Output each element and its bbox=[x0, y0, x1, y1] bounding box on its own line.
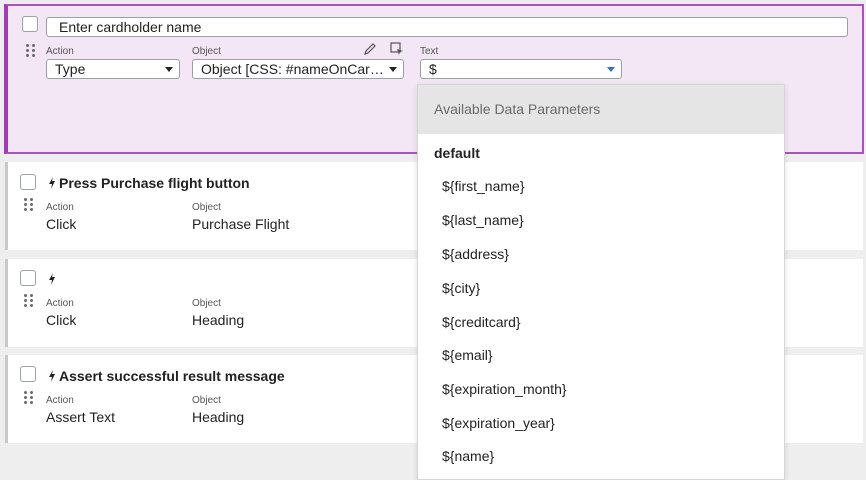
lightning-icon bbox=[48, 176, 56, 189]
text-parameter-select[interactable]: $ bbox=[420, 59, 622, 79]
object-select[interactable]: Object [CSS: #nameOnCar… bbox=[192, 59, 404, 79]
dropdown-option[interactable]: ${address} bbox=[442, 246, 509, 262]
object-label: Object bbox=[192, 298, 221, 309]
step-title: Press Purchase flight button bbox=[59, 175, 250, 191]
dropdown-option[interactable]: ${creditcard} bbox=[442, 314, 521, 330]
chevron-down-icon bbox=[607, 67, 615, 72]
drag-handle-icon[interactable] bbox=[24, 198, 34, 212]
chevron-down-icon bbox=[165, 67, 173, 72]
object-value: Heading bbox=[192, 409, 245, 425]
dropdown-header: Available Data Parameters bbox=[418, 85, 784, 134]
lightning-icon bbox=[48, 272, 56, 285]
dropdown-option[interactable]: ${last_name} bbox=[442, 212, 524, 228]
object-select-value: Object [CSS: #nameOnCar… bbox=[201, 61, 384, 77]
dropdown-option[interactable]: ${first_name} bbox=[442, 178, 525, 194]
dropdown-option[interactable]: ${expiration_year} bbox=[442, 415, 555, 431]
dropdown-option[interactable]: ${name} bbox=[442, 448, 494, 464]
action-select-value: Type bbox=[55, 61, 86, 77]
step-checkbox[interactable] bbox=[22, 16, 38, 32]
dropdown-option[interactable]: ${city} bbox=[442, 280, 480, 296]
text-label: Text bbox=[420, 46, 439, 57]
action-select[interactable]: Type bbox=[46, 59, 180, 79]
action-label: Action bbox=[46, 202, 74, 213]
object-label: Object bbox=[192, 46, 221, 57]
data-parameters-dropdown[interactable]: Available Data Parameters default ${firs… bbox=[417, 84, 785, 480]
object-value: Heading bbox=[192, 312, 245, 328]
dropdown-option[interactable]: ${email} bbox=[442, 347, 493, 363]
object-value: Purchase Flight bbox=[192, 216, 290, 232]
action-value: Click bbox=[46, 312, 77, 328]
drag-handle-icon[interactable] bbox=[24, 294, 34, 308]
text-select-value: $ bbox=[429, 61, 437, 77]
step-checkbox[interactable] bbox=[20, 174, 36, 190]
step-title: Assert successful result message bbox=[59, 368, 285, 384]
drag-handle-icon[interactable] bbox=[24, 391, 34, 405]
action-label: Action bbox=[46, 46, 74, 57]
dropdown-group-label: default bbox=[434, 145, 480, 161]
action-value: Click bbox=[46, 216, 77, 232]
chevron-down-icon bbox=[389, 67, 397, 72]
lightning-icon bbox=[48, 369, 56, 382]
step-checkbox[interactable] bbox=[20, 270, 36, 286]
drag-handle-icon[interactable] bbox=[26, 44, 36, 58]
action-value: Assert Text bbox=[46, 409, 115, 425]
action-label: Action bbox=[46, 298, 74, 309]
dropdown-option[interactable]: ${expiration_month} bbox=[442, 381, 567, 397]
action-label: Action bbox=[46, 395, 74, 406]
object-label: Object bbox=[192, 202, 221, 213]
step-name-input[interactable] bbox=[46, 17, 848, 37]
step-checkbox[interactable] bbox=[20, 366, 36, 382]
object-label: Object bbox=[192, 395, 221, 406]
